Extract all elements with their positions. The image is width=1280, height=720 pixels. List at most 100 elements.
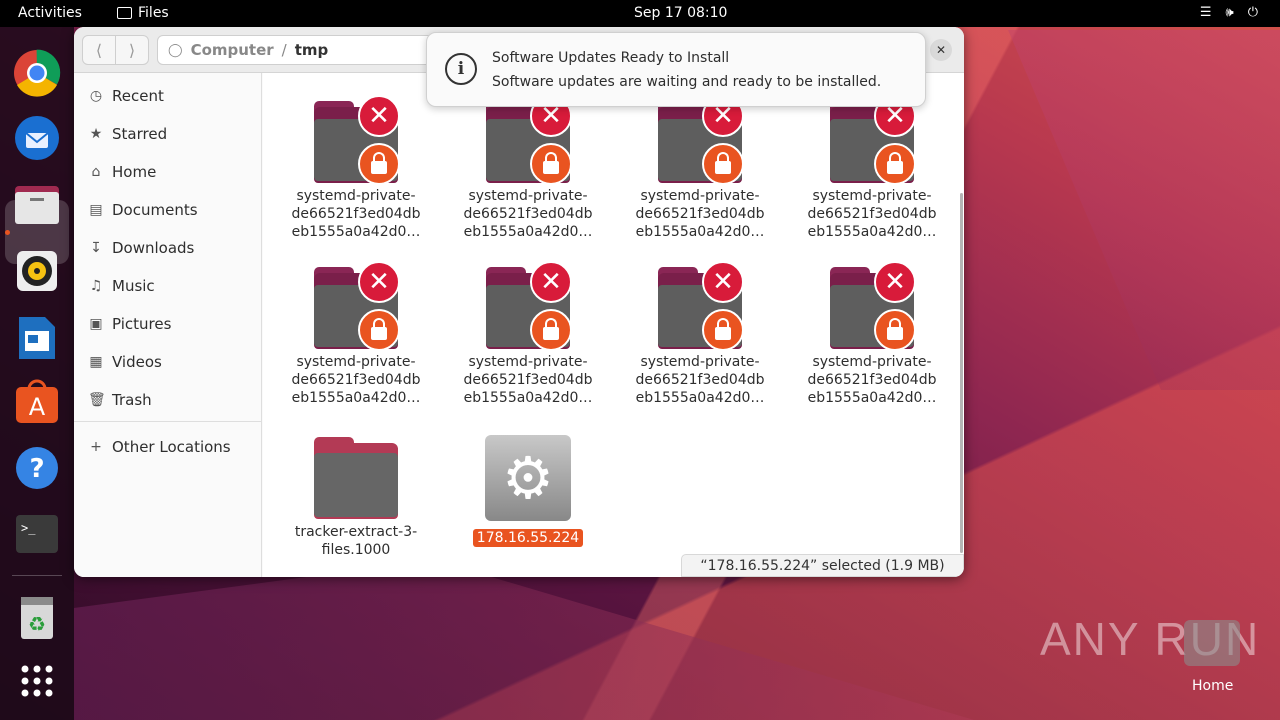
locked-folder-icon: ✕ [656, 261, 744, 351]
file-item[interactable]: ✕ systemd-private-de66521f3ed04db eb1555a… [281, 261, 431, 407]
unreadable-emblem-icon: ✕ [530, 261, 572, 303]
file-name: 178.16.55.224 [472, 529, 584, 547]
clock[interactable]: Sep 17 08:10 [634, 5, 727, 21]
app-menu[interactable]: Files [117, 5, 169, 21]
info-icon: i [445, 53, 477, 85]
sidebar-item-downloads[interactable]: ↧ Downloads [88, 236, 194, 260]
trash-icon[interactable]: ♻ [12, 593, 62, 643]
path-root[interactable]: Computer [191, 41, 274, 59]
dock: A ? >_ ♻ [0, 27, 74, 720]
file-item[interactable]: ✕ systemd-private-de66521f3ed04db eb1555a… [453, 261, 603, 407]
unreadable-emblem-icon: ✕ [358, 261, 400, 303]
file-item[interactable]: tracker-extract-3- files.1000 [281, 437, 431, 559]
system-menu[interactable]: ☰ 🕪 ⏻ [1200, 5, 1258, 20]
sidebar: ◷ Recent ★ Starred ⌂ Home ▤ Documents ↧ Downl… [74, 73, 262, 577]
locked-folder-icon: ✕ [312, 261, 400, 351]
help-icon[interactable]: ? [12, 443, 62, 493]
gear-icon: ⚙ [485, 435, 571, 521]
locked-folder-icon: ✕ [828, 261, 916, 351]
lock-emblem-icon [530, 143, 572, 185]
sidebar-item-trash[interactable]: 🗑 Trash [88, 388, 152, 412]
lock-emblem-icon [702, 309, 744, 351]
lock-emblem-icon [874, 309, 916, 351]
svg-text:♻: ♻ [28, 612, 46, 636]
file-name: systemd-private-de66521f3ed04db eb1555a0a… [807, 354, 937, 406]
sidebar-item-other-locations[interactable]: + Other Locations [88, 435, 231, 459]
lock-emblem-icon [358, 143, 400, 185]
scrollbar[interactable] [960, 193, 963, 553]
lock-emblem-icon [702, 143, 744, 185]
file-item[interactable]: ✕ systemd-private-de66521f3ed04db eb1555a… [625, 261, 775, 407]
sidebar-item-videos[interactable]: ▦ Videos [88, 350, 161, 374]
sidebar-separator [74, 421, 262, 422]
close-button[interactable]: ✕ [930, 39, 952, 61]
app-center-icon[interactable]: A [12, 377, 62, 427]
sidebar-item-documents[interactable]: ▤ Documents [88, 198, 197, 222]
thunderbird-icon[interactable] [12, 113, 62, 163]
notification-banner[interactable]: i Software Updates Ready to Install Soft… [426, 32, 926, 107]
rhythmbox-icon[interactable] [12, 246, 62, 296]
locked-folder-icon: ✕ [828, 95, 916, 185]
document-icon: ▤ [89, 202, 103, 218]
notification-title: Software Updates Ready to Install [492, 50, 730, 66]
file-name: systemd-private-de66521f3ed04db eb1555a0a… [463, 188, 593, 240]
sidebar-item-label: Downloads [112, 239, 195, 257]
file-item[interactable]: ✕ systemd-private-de66521f3ed04db eb1555a… [281, 95, 431, 241]
chevron-left-icon: ⟨ [95, 40, 103, 60]
close-icon: ✕ [935, 43, 947, 57]
desktop-icon-label: Home [1192, 678, 1234, 694]
terminal-icon[interactable]: >_ [12, 509, 62, 559]
folder-icon [117, 7, 132, 19]
chrome-icon[interactable] [12, 48, 62, 98]
unreadable-emblem-icon: ✕ [702, 261, 744, 303]
svg-text:?: ? [29, 454, 44, 484]
sidebar-item-label: Pictures [112, 315, 172, 333]
file-item-selected[interactable]: ⚙ 178.16.55.224 [453, 435, 603, 547]
lock-emblem-icon [530, 309, 572, 351]
plus-icon: + [90, 439, 102, 455]
unreadable-emblem-icon: ✕ [874, 261, 916, 303]
file-name: systemd-private-de66521f3ed04db eb1555a0a… [463, 354, 593, 406]
file-name: systemd-private-de66521f3ed04db eb1555a0a… [635, 188, 765, 240]
file-name: systemd-private-de66521f3ed04db eb1555a0a… [807, 188, 937, 240]
sidebar-item-label: Starred [112, 125, 168, 143]
sidebar-item-label: Other Locations [112, 438, 231, 456]
writer-icon[interactable] [12, 313, 62, 363]
running-indicator [5, 230, 10, 235]
file-name: systemd-private-de66521f3ed04db eb1555a0a… [291, 354, 421, 406]
clock-icon: ◷ [89, 88, 103, 104]
activities-button[interactable]: Activities [18, 5, 82, 21]
volume-icon: 🕪 [1225, 5, 1234, 20]
path-separator: / [281, 41, 287, 59]
app-grid-icon[interactable] [12, 656, 62, 706]
music-icon: ♫ [89, 278, 103, 294]
path-bar[interactable]: ◯ Computer / tmp [157, 35, 457, 65]
locked-folder-icon: ✕ [656, 95, 744, 185]
sidebar-item-starred[interactable]: ★ Starred [88, 122, 167, 146]
file-name: tracker-extract-3- files.1000 [294, 524, 418, 558]
path-current[interactable]: tmp [295, 41, 329, 59]
network-icon: ☰ [1199, 5, 1212, 20]
forward-button[interactable]: ⟩ [115, 35, 149, 65]
lock-emblem-icon [874, 143, 916, 185]
sidebar-item-home[interactable]: ⌂ Home [88, 160, 157, 184]
folder-icon [312, 437, 400, 519]
file-item[interactable]: ✕ systemd-private-de66521f3ed04db eb1555a… [797, 261, 947, 407]
file-view[interactable]: ✕ systemd-private-de66521f3ed04db eb1555a… [263, 73, 964, 577]
back-button[interactable]: ⟨ [82, 35, 116, 65]
sidebar-item-music[interactable]: ♫ Music [88, 274, 155, 298]
sidebar-item-recent[interactable]: ◷ Recent [88, 84, 164, 108]
unreadable-emblem-icon: ✕ [358, 95, 400, 137]
file-item[interactable]: ✕ systemd-private-de66521f3ed04db eb1555a… [453, 95, 603, 241]
notification-body: Software updates are waiting and ready t… [492, 74, 882, 90]
file-item[interactable]: ✕ systemd-private-de66521f3ed04db eb1555a… [625, 95, 775, 241]
disk-icon: ◯ [168, 42, 183, 58]
files-icon[interactable] [12, 180, 62, 230]
sidebar-item-label: Music [112, 277, 155, 295]
star-icon: ★ [89, 126, 103, 142]
download-icon: ↧ [90, 240, 102, 256]
home-folder-icon[interactable] [1184, 620, 1240, 666]
sidebar-item-pictures[interactable]: ▣ Pictures [88, 312, 171, 336]
app-name: Files [138, 5, 169, 21]
file-item[interactable]: ✕ systemd-private-de66521f3ed04db eb1555a… [797, 95, 947, 241]
